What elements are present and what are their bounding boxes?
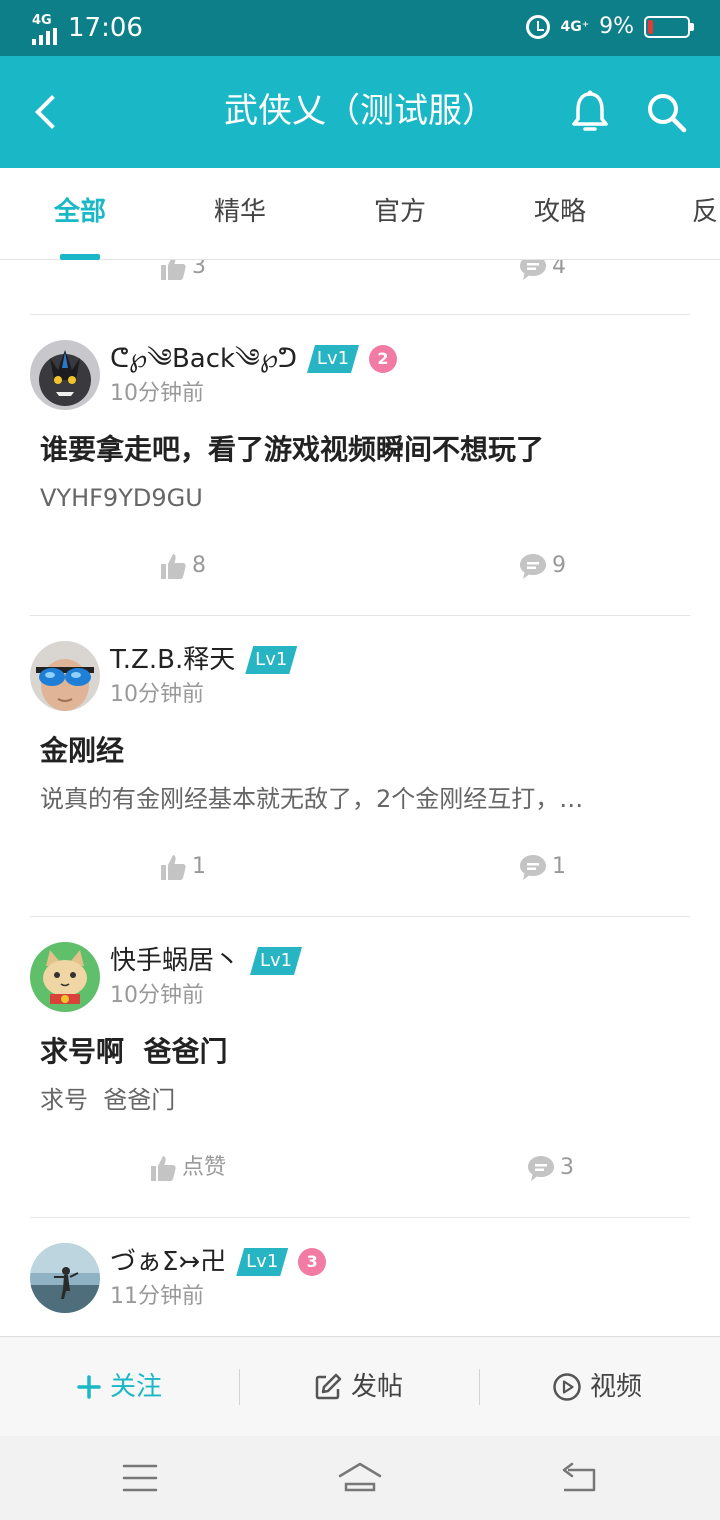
comment-icon: [520, 554, 546, 579]
follow-button[interactable]: 关注: [76, 1367, 162, 1407]
author-name[interactable]: 快手蜗居丶: [110, 943, 240, 979]
back-nav-icon[interactable]: [556, 1456, 604, 1500]
post-title[interactable]: 求号啊 爸爸门: [40, 1032, 228, 1072]
like-button[interactable]: 1: [158, 852, 206, 882]
video-button[interactable]: 视频: [552, 1367, 642, 1407]
post-time: 10分钟前: [110, 983, 204, 1008]
post-time: 11分钟前: [110, 1284, 204, 1309]
post-card[interactable]: づぁΣ↣卍 Lv1 3 11分钟前: [0, 1218, 720, 1336]
alarm-icon: [526, 15, 551, 39]
author-row: ᕦ℘༄Back༄℘ᕤ Lv1 2: [110, 341, 397, 377]
edit-icon: [315, 1373, 342, 1400]
avatar[interactable]: [30, 1243, 100, 1313]
signal-icon: 4G: [30, 13, 60, 45]
medal-badge: 3: [298, 1248, 327, 1276]
avatar[interactable]: [30, 641, 100, 711]
plus-icon: [77, 1375, 101, 1399]
network-type-label: 4G: [32, 13, 52, 28]
author-name[interactable]: ᕦ℘༄Back༄℘ᕤ: [110, 341, 297, 377]
comment-button[interactable]: 4: [518, 260, 566, 282]
like-button[interactable]: 8: [158, 551, 206, 581]
post-title[interactable]: 谁要拿走吧，看了游戏视频瞬间不想玩了: [40, 430, 544, 470]
menu-icon[interactable]: [116, 1456, 164, 1500]
comment-button[interactable]: 1: [518, 852, 566, 882]
comment-icon: [528, 1156, 554, 1181]
comment-icon: [520, 260, 546, 280]
comment-count: 9: [552, 553, 566, 578]
app-bar: 武侠乂（测试服）: [0, 56, 720, 168]
divider: [479, 1369, 480, 1405]
video-label: 视频: [590, 1372, 643, 1402]
tab-feedback[interactable]: 反: [660, 194, 720, 230]
post-card[interactable]: T.Z.B.释天 Lv1 10分钟前 金刚经 说真的有金刚经基本就无敌了，2个金…: [0, 616, 720, 916]
thumbs-up-icon: [151, 1156, 176, 1181]
post-body[interactable]: 说真的有金刚经基本就无敌了，2个金刚经互打，…: [40, 782, 680, 816]
post-time: 10分钟前: [110, 381, 204, 406]
status-bar: 4G 17:06 4G⁺ 9%: [0, 0, 720, 56]
thumbs-up-icon: [161, 855, 186, 880]
like-count: 1: [192, 854, 206, 879]
follow-label: 关注: [110, 1372, 163, 1402]
divider: [239, 1369, 240, 1405]
thumbs-up-icon: [161, 260, 186, 280]
tab-guides[interactable]: 攻略: [500, 194, 620, 230]
post-body[interactable]: VYHF9YD9GU: [40, 481, 680, 515]
avatar[interactable]: [30, 340, 100, 410]
post-body[interactable]: 求号 爸爸门: [40, 1083, 680, 1117]
level-badge: Lv1: [245, 646, 297, 674]
level-badge: Lv1: [307, 345, 359, 373]
comment-count: 1: [552, 854, 566, 879]
post-title[interactable]: 金刚经: [40, 731, 124, 771]
status-time: 17:06: [68, 13, 143, 43]
network-type-label-right: 4G⁺: [560, 19, 590, 35]
home-icon[interactable]: [336, 1456, 384, 1500]
tab-all[interactable]: 全部: [20, 194, 140, 230]
battery-icon: [644, 16, 694, 38]
tab-featured[interactable]: 精华: [180, 194, 300, 230]
search-icon[interactable]: [642, 88, 690, 136]
medal-badge: 2: [369, 345, 397, 373]
like-button[interactable]: 点赞: [148, 1153, 226, 1183]
battery-percent: 9%: [599, 14, 634, 39]
like-button[interactable]: 3: [158, 260, 206, 282]
comment-icon: [520, 855, 546, 880]
like-label: 点赞: [182, 1155, 227, 1180]
comment-button[interactable]: 9: [518, 551, 566, 581]
tab-official[interactable]: 官方: [340, 194, 460, 230]
author-name[interactable]: T.Z.B.释天: [110, 642, 235, 678]
avatar[interactable]: [30, 942, 100, 1012]
author-row: づぁΣ↣卍 Lv1 3: [110, 1244, 327, 1280]
new-post-label: 发帖: [351, 1372, 404, 1402]
status-left: 4G 17:06: [30, 12, 143, 45]
bottom-action-bar: 关注 发帖 视频: [0, 1336, 720, 1436]
like-count: 3: [192, 260, 206, 279]
comment-count: 3: [560, 1155, 574, 1180]
new-post-button[interactable]: 发帖: [313, 1367, 403, 1407]
comment-count: 4: [552, 260, 566, 279]
system-nav-bar: [0, 1436, 720, 1520]
like-count: 8: [192, 553, 206, 578]
post-time: 10分钟前: [110, 682, 204, 707]
bell-icon[interactable]: [566, 88, 614, 136]
level-badge: Lv1: [250, 947, 302, 975]
status-right: 4G⁺ 9%: [526, 12, 694, 42]
post-card[interactable]: 快手蜗居丶 Lv1 10分钟前 求号啊 爸爸门 求号 爸爸门 点赞 3: [0, 917, 720, 1217]
author-row: 快手蜗居丶 Lv1: [110, 943, 302, 979]
level-badge: Lv1: [236, 1248, 288, 1276]
post-card[interactable]: ᕦ℘༄Back༄℘ᕤ Lv1 2 10分钟前 谁要拿走吧，看了游戏视频瞬间不想玩…: [0, 315, 720, 615]
author-name[interactable]: づぁΣ↣卍: [110, 1244, 226, 1280]
post-feed[interactable]: 3 4 ᕦ℘༄Back༄℘ᕤ Lv1 2 10分钟前 谁要拿走吧，看了游戏视频瞬…: [0, 260, 720, 1336]
category-tabs: 全部 精华 官方 攻略 反: [0, 168, 720, 260]
thumbs-up-icon: [161, 554, 186, 579]
author-row: T.Z.B.释天 Lv1: [110, 642, 297, 678]
comment-button[interactable]: 3: [526, 1153, 574, 1183]
play-icon: [553, 1373, 581, 1401]
